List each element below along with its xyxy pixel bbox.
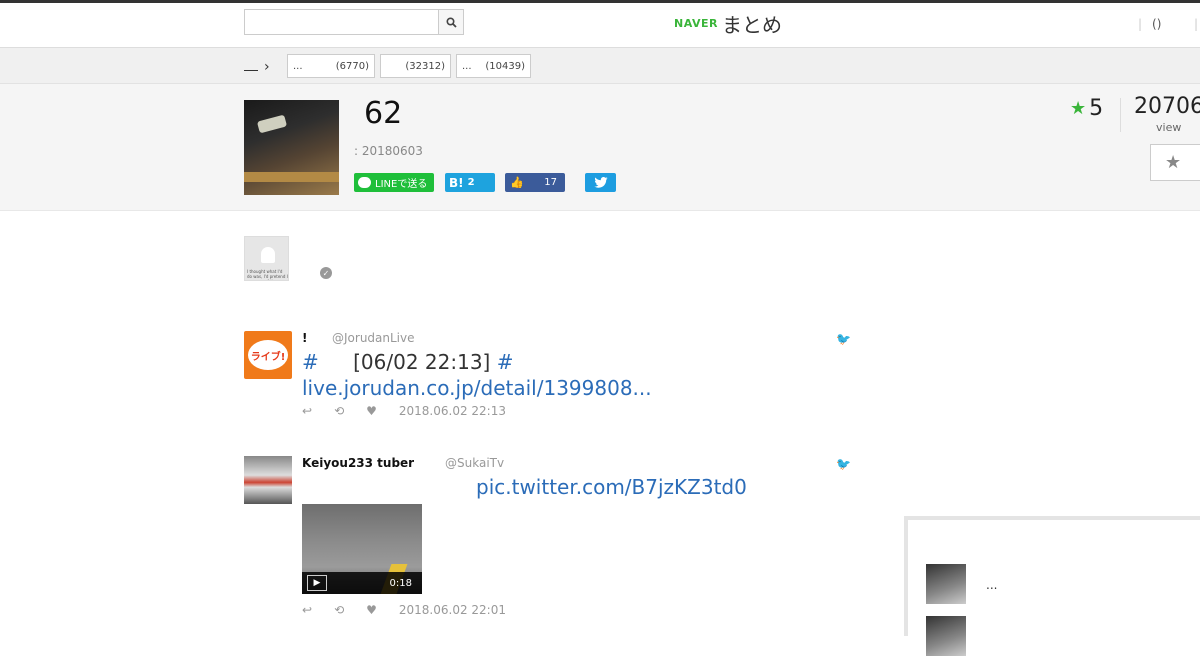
retweet-icon[interactable]: ⟲ — [334, 603, 344, 617]
breadcrumb: › ... (6770) (32312) ... (10439) — [0, 48, 1200, 84]
header-divider: | — [1138, 17, 1143, 31]
reply-icon[interactable]: ↩ — [302, 603, 312, 617]
search-icon — [445, 16, 457, 28]
tweet-video[interactable]: ▶ 0:18 — [302, 504, 422, 594]
breadcrumb-home[interactable]: › — [244, 59, 270, 75]
tweet-avatar[interactable] — [244, 456, 292, 504]
tweet-author-handle[interactable]: @JorudanLive — [332, 331, 415, 345]
header-right: | () | — [1138, 17, 1198, 31]
ghost-icon — [261, 247, 275, 263]
page-title: 62 — [364, 96, 403, 131]
hatena-count: 2 — [467, 177, 475, 188]
view-label: view — [1156, 121, 1182, 134]
line-share-button[interactable]: LINEで送る — [354, 173, 434, 192]
tweet-actions: ↩ ⟲ ♥ 2018.06.02 22:01 — [302, 603, 528, 617]
header-divider-2: | — [1194, 17, 1199, 31]
header-user-link[interactable]: () — [1152, 17, 1161, 31]
like-count: 17 — [544, 177, 557, 188]
tag-3[interactable]: ... (10439) — [456, 54, 531, 78]
tag-count: (6770) — [335, 60, 369, 72]
add-favorite-button[interactable]: ★ — [1150, 144, 1200, 181]
tag-count: (32312) — [405, 60, 445, 72]
article-header: 62 : 20180603 LINEで送る B! 2 👍 17 ★ 5 2070… — [0, 84, 1200, 211]
related-thumbnail[interactable] — [926, 564, 966, 604]
reply-icon[interactable]: ↩ — [302, 404, 312, 418]
related-item-label[interactable]: ... — [986, 578, 997, 592]
article-thumbnail — [244, 100, 339, 195]
related-panel: ... — [904, 516, 1200, 656]
video-duration: 0:18 — [389, 578, 412, 589]
thumbs-up-icon: 👍 — [510, 176, 524, 189]
tweet-timestamp[interactable]: 2018.06.02 22:01 — [399, 603, 506, 617]
star-icon: ★ — [1070, 98, 1087, 119]
twitter-icon — [593, 177, 608, 188]
tweet-author-handle[interactable]: @SukaiTv — [445, 456, 504, 470]
tweet-text: # [06/02 22:13] # — [302, 349, 514, 375]
tweet-link[interactable]: pic.twitter.com/B7jzKZ3td0 — [476, 474, 747, 500]
tweet-timestamp[interactable]: 2018.06.02 22:13 — [399, 404, 506, 418]
tweet-actions: ↩ ⟲ ♥ 2018.06.02 22:13 — [302, 404, 528, 418]
like-icon[interactable]: ♥ — [366, 404, 377, 418]
hatena-bookmark-button[interactable]: B! 2 — [445, 173, 495, 192]
twitter-bird-icon[interactable]: 🐦 — [836, 332, 851, 346]
logo-matome: まとめ — [721, 12, 782, 37]
site-header: NAVER まとめ | () | — [0, 3, 1200, 48]
tweet-author-name[interactable]: ! — [302, 331, 307, 345]
favorite-number: 5 — [1089, 96, 1104, 121]
tweet-url[interactable]: live.jorudan.co.jp/detail/1399808... — [302, 376, 652, 400]
tweet-time-text: [06/02 22:13] — [353, 350, 491, 374]
tweet-author-name[interactable]: Keiyou233 tuber — [302, 456, 414, 470]
tweet-card: ライブ! ! @JorudanLive 🐦 # [06/02 22:13] # … — [244, 331, 854, 426]
play-icon[interactable]: ▶ — [307, 575, 327, 591]
home-underline — [244, 63, 258, 71]
retweet-icon[interactable]: ⟲ — [334, 404, 344, 418]
article-date: : 20180603 — [354, 144, 423, 158]
search-input[interactable] — [244, 9, 439, 35]
thumbnail-rail — [244, 172, 339, 182]
thumbnail-lamp — [256, 114, 288, 134]
tag-label: ... — [293, 60, 303, 72]
tweet-url[interactable]: pic.twitter.com/B7jzKZ3td0 — [476, 475, 747, 499]
hashtag-link[interactable]: # — [302, 350, 319, 374]
line-share-label: LINEで送る — [375, 179, 428, 190]
favorite-count: ★ 5 — [1070, 96, 1103, 121]
author-avatar[interactable]: I thought what I'd do was, I'd pretend I… — [244, 236, 289, 281]
chevron-right-icon: › — [264, 59, 270, 75]
logo-naver: NAVER — [674, 16, 718, 30]
avatar-caption: I thought what I'd do was, I'd pretend I… — [247, 269, 288, 280]
facebook-like-button[interactable]: 👍 17 — [505, 173, 565, 192]
star-icon: ★ — [1165, 152, 1182, 173]
twitter-bird-icon[interactable]: 🐦 — [836, 457, 851, 471]
tag-1[interactable]: ... (6770) — [287, 54, 375, 78]
stats-divider — [1120, 98, 1121, 132]
tag-2[interactable]: (32312) — [380, 54, 451, 78]
like-icon[interactable]: ♥ — [366, 603, 377, 617]
hatena-icon: B! — [449, 175, 464, 190]
search-button[interactable] — [438, 9, 464, 35]
view-count: 20706 — [1134, 94, 1200, 119]
hashtag-link[interactable]: # — [497, 350, 514, 374]
site-logo[interactable]: NAVER まとめ — [674, 10, 782, 37]
jorudan-logo: ライブ! — [248, 340, 288, 370]
verified-check-icon: ✓ — [320, 267, 332, 279]
tweet-card: Keiyou233 tuber @SukaiTv 🐦 pic.twitter.c… — [244, 456, 854, 626]
tweet-avatar[interactable]: ライブ! — [244, 331, 292, 379]
tag-label: ... — [462, 60, 472, 72]
twitter-share-button[interactable] — [585, 173, 616, 192]
line-icon — [358, 177, 371, 188]
tweet-link[interactable]: live.jorudan.co.jp/detail/1399808... — [302, 375, 652, 401]
tag-count: (10439) — [485, 60, 525, 72]
related-thumbnail[interactable] — [926, 616, 966, 656]
